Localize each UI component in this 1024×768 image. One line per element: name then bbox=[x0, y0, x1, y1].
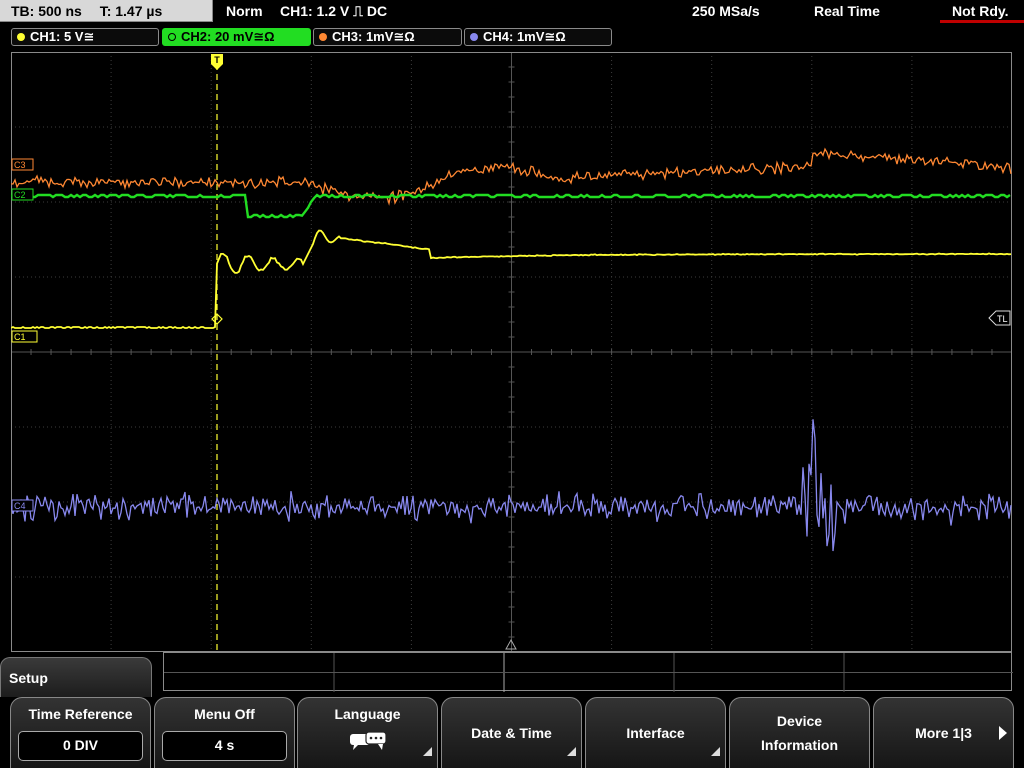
sample-rate: 250 MSa/s bbox=[692, 3, 760, 19]
trigger-mode[interactable]: Norm bbox=[226, 0, 263, 22]
channel-1-label: CH1: 5 V≅ bbox=[30, 29, 95, 44]
more-button[interactable]: More 1|3 bbox=[873, 697, 1014, 768]
timebase-box[interactable]: TB: 500 ns T: 1.47 µs bbox=[0, 0, 213, 22]
menu-off-label: Menu Off bbox=[194, 706, 255, 722]
channel-3-label: CH3: 1mV≅Ω bbox=[332, 29, 415, 44]
setup-menu-tab[interactable]: Setup bbox=[0, 657, 152, 697]
menu-off-button[interactable]: Menu Off 4 s bbox=[154, 697, 295, 768]
channel-4-dot-icon bbox=[470, 33, 478, 41]
interface-label: Interface bbox=[626, 725, 685, 741]
channel-3-marker-label: C3 bbox=[14, 160, 26, 170]
channel-1-chip[interactable]: CH1: 5 V≅ bbox=[11, 28, 159, 46]
zoom-overview-strip[interactable] bbox=[163, 652, 1013, 692]
trigger-point-label: T bbox=[214, 55, 220, 65]
device-info-line1: Device bbox=[776, 713, 823, 729]
trigger-source[interactable]: CH1: 1.2 V ⎍ DC bbox=[280, 0, 387, 22]
speech-bubbles-icon bbox=[350, 731, 387, 750]
date-time-label: Date & Time bbox=[471, 725, 552, 741]
more-label: More 1|3 bbox=[915, 725, 972, 741]
channel-2-label: CH2: 20 mV≅Ω bbox=[181, 29, 275, 44]
trigger-point-marker[interactable]: T bbox=[211, 54, 223, 70]
trigger-time-value: T: 1.47 µs bbox=[99, 3, 163, 19]
channel-4-label: CH4: 1mV≅Ω bbox=[483, 29, 566, 44]
trigger-level-marker[interactable]: TL bbox=[988, 310, 1011, 326]
date-time-button[interactable]: Date & Time bbox=[441, 697, 582, 768]
setup-tab-label: Setup bbox=[9, 670, 48, 686]
channel-2-marker-label: C2 bbox=[14, 190, 26, 200]
waveform-display[interactable]: T C3 C2 C1 C4 TL bbox=[11, 52, 1012, 652]
graticule bbox=[11, 52, 1012, 652]
channel-1-dot-icon bbox=[17, 33, 25, 41]
channel-1-marker-label: C1 bbox=[14, 332, 26, 342]
acquisition-state: Not Rdy. bbox=[952, 3, 1009, 19]
channel-2-chip[interactable]: CH2: 20 mV≅Ω bbox=[162, 28, 311, 46]
waveform-canvas: T C3 C2 C1 C4 TL bbox=[11, 52, 1012, 652]
trigger-level-label: TL bbox=[997, 314, 1008, 324]
arrow-right-icon bbox=[999, 726, 1007, 740]
submenu-corner-icon bbox=[567, 747, 576, 756]
submenu-corner-icon bbox=[711, 747, 720, 756]
channel-4-marker-label: C4 bbox=[14, 501, 26, 511]
channel-3-dot-icon bbox=[319, 33, 327, 41]
interface-button[interactable]: Interface bbox=[585, 697, 726, 768]
language-label: Language bbox=[334, 706, 401, 722]
channel-2-dot-icon bbox=[168, 33, 176, 41]
channel-4-marker[interactable]: C4 bbox=[11, 499, 34, 512]
channel-2-waveform bbox=[11, 193, 1011, 219]
channel-3-marker[interactable]: C3 bbox=[11, 158, 34, 171]
time-reference-label: Time Reference bbox=[28, 706, 133, 722]
channel-1-marker[interactable]: C1 bbox=[11, 330, 38, 343]
channel-4-chip[interactable]: CH4: 1mV≅Ω bbox=[464, 28, 612, 46]
device-information-button[interactable]: Device Information bbox=[729, 697, 870, 768]
language-button[interactable]: Language bbox=[297, 697, 438, 768]
status-bar: TB: 500 ns T: 1.47 µs Norm CH1: 1.2 V ⎍ … bbox=[0, 0, 1024, 24]
timebase-value: TB: 500 ns bbox=[11, 3, 82, 19]
time-reference-button[interactable]: Time Reference 0 DIV bbox=[10, 697, 151, 768]
strip-grid bbox=[164, 653, 1013, 692]
channel-2-marker[interactable]: C2 bbox=[11, 188, 34, 201]
submenu-corner-icon bbox=[423, 747, 432, 756]
device-info-line2: Information bbox=[761, 737, 838, 753]
menu-off-value: 4 s bbox=[162, 731, 287, 761]
time-reference-value: 0 DIV bbox=[18, 731, 143, 761]
acquisition-mode: Real Time bbox=[814, 3, 880, 19]
state-indicator bbox=[940, 20, 1024, 23]
channel-3-chip[interactable]: CH3: 1mV≅Ω bbox=[313, 28, 462, 46]
